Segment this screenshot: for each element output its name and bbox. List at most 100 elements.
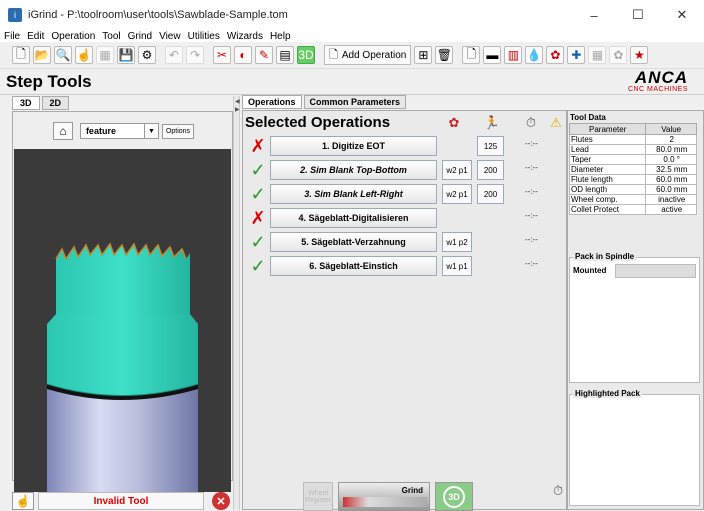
measure-icon[interactable]: ▬ xyxy=(483,46,502,64)
selected-operations-title: Selected Operations xyxy=(245,114,391,131)
table-row[interactable]: Diameter 32.5 mm xyxy=(568,164,697,175)
operation-row[interactable]: ✓ 5. Sägeblatt-Verzahnung w1 p2 --:-- xyxy=(247,231,563,253)
hand-icon[interactable]: ☝ xyxy=(75,46,93,64)
robot-icon[interactable]: ✿ xyxy=(546,46,565,64)
collapse-left-icon[interactable]: ◀ xyxy=(235,98,240,105)
maximize-button[interactable]: ☐ xyxy=(616,0,660,30)
param-name: Wheel comp. xyxy=(568,194,647,205)
table-row[interactable]: Wheel comp. inactive xyxy=(568,194,697,205)
menu-help[interactable]: Help xyxy=(270,31,291,42)
wheel-button[interactable]: w1 p2 xyxy=(442,232,472,252)
tool-icon[interactable]: ⚙ xyxy=(138,46,156,64)
drop-icon[interactable]: 💧 xyxy=(525,46,544,64)
check-icon: ✓ xyxy=(250,255,266,276)
search-icon[interactable]: 🔍 xyxy=(54,46,72,64)
table-row[interactable]: Lead 80.0 mm xyxy=(568,144,697,155)
tab-2d[interactable]: 2D xyxy=(41,96,70,110)
error-icon[interactable]: ✕ xyxy=(212,492,230,510)
feed-button[interactable]: 125 xyxy=(477,136,504,156)
home-icon[interactable]: ⌂ xyxy=(52,122,73,140)
tab-common-parameters[interactable]: Common Parameters xyxy=(303,95,407,109)
tab-operations[interactable]: Operations xyxy=(242,95,302,109)
operation-button[interactable]: 5. Sägeblatt-Verzahnung xyxy=(270,232,437,252)
disabled-icon[interactable]: ▦ xyxy=(588,46,607,64)
tab-3d[interactable]: 3D xyxy=(12,96,40,110)
delete-icon[interactable]: 🗑 xyxy=(435,46,454,64)
minimize-button[interactable]: – xyxy=(572,0,616,30)
tool-3d-render xyxy=(14,149,231,492)
wheel-register-button[interactable]: Wheel Register xyxy=(303,482,333,511)
menu-tool[interactable]: Tool xyxy=(102,31,120,42)
close-window-button[interactable]: ✕ xyxy=(660,0,704,30)
operation-row[interactable]: ✗ 4. Sägeblatt-Digitalisieren --:-- xyxy=(247,207,563,229)
pan-hand-icon[interactable]: ☝ xyxy=(12,492,34,510)
table-row[interactable]: OD length 60.0 mm xyxy=(568,184,697,195)
save-icon[interactable]: 💾 xyxy=(117,46,135,64)
grind-button[interactable]: Grind xyxy=(338,482,430,511)
grid-icon[interactable]: ▦ xyxy=(96,46,114,64)
menu-grind[interactable]: Grind xyxy=(128,31,152,42)
page-header: Step Tools ANCA CNC MACHINES xyxy=(0,68,704,95)
feed-button[interactable]: 200 xyxy=(477,184,504,204)
plus-icon[interactable]: ✚ xyxy=(567,46,586,64)
wheel-icon[interactable]: ◐ xyxy=(234,46,252,64)
view-panel: 3D 2D ⌂ feature ▼ Options ☝ Invalid Tool… xyxy=(12,96,233,510)
grind-blade-icon xyxy=(343,497,427,507)
edit-icon[interactable]: ✎ xyxy=(255,46,273,64)
undo-icon[interactable]: ↶ xyxy=(165,46,183,64)
error-x-icon: ✗ xyxy=(250,207,266,228)
table-icon[interactable]: ▤ xyxy=(276,46,294,64)
table-row[interactable]: Collet Protect active xyxy=(568,204,697,215)
menu-file[interactable]: File xyxy=(4,31,20,42)
feed-button[interactable]: 200 xyxy=(477,160,504,180)
new-file-icon[interactable]: 🗋 xyxy=(12,46,30,64)
grind-label: Grind xyxy=(401,486,423,495)
operation-row[interactable]: ✗ 1. Digitize EOT 125 --:-- xyxy=(247,135,563,157)
wheel-button[interactable]: w2 p1 xyxy=(442,184,472,204)
operation-row[interactable]: ✓ 3. Sim Blank Left-Right w2 p1 200 --:-… xyxy=(247,183,563,205)
operation-row[interactable]: ✓ 2. Sim Blank Top-Bottom w2 p1 200 --:-… xyxy=(247,159,563,181)
insert-icon[interactable]: ⊞ xyxy=(414,46,433,64)
disabled-robot-icon[interactable]: ✿ xyxy=(609,46,628,64)
page-title: Step Tools xyxy=(6,72,92,91)
3d-label: 3D xyxy=(443,485,465,508)
menu-operation[interactable]: Operation xyxy=(51,31,95,42)
operation-button[interactable]: 2. Sim Blank Top-Bottom xyxy=(270,160,437,180)
menu-utilities[interactable]: Utilities xyxy=(188,31,220,42)
check-icon: ✓ xyxy=(250,231,266,252)
param-name: Lead xyxy=(568,144,647,155)
menu-wizards[interactable]: Wizards xyxy=(227,31,263,42)
collapse-right-icon[interactable]: ▶ xyxy=(235,106,240,113)
mounted-field[interactable] xyxy=(615,264,696,278)
menu-edit[interactable]: Edit xyxy=(27,31,44,42)
table-row[interactable]: Flutes 2 xyxy=(568,134,697,145)
menu-view[interactable]: View xyxy=(159,31,181,42)
panel-splitter[interactable]: ◀ ▶ xyxy=(233,96,240,510)
stopwatch-icon[interactable]: ⏱ xyxy=(553,483,563,499)
operation-button[interactable]: 3. Sim Blank Left-Right xyxy=(270,184,437,204)
add-operation-button[interactable]: 🗋 Add Operation xyxy=(324,45,412,65)
table-row[interactable]: Taper 0.0 ° xyxy=(568,154,697,165)
blade-icon[interactable]: ✂ xyxy=(213,46,231,64)
options-button[interactable]: Options xyxy=(161,123,195,139)
star-icon[interactable]: ★ xyxy=(630,46,649,64)
param-value: inactive xyxy=(645,194,697,205)
3d-viewport[interactable] xyxy=(14,149,231,492)
operation-row[interactable]: ✓ 6. Sägeblatt-Einstich w1 p1 --:-- xyxy=(247,255,563,277)
wheel-button[interactable]: w2 p1 xyxy=(442,160,472,180)
3d-simulation-button[interactable]: 3D xyxy=(435,482,473,511)
table-row[interactable]: Flute length 60.0 mm xyxy=(568,174,697,185)
operation-button[interactable]: 1. Digitize EOT xyxy=(270,136,437,156)
operation-button[interactable]: 6. Sägeblatt-Einstich xyxy=(270,256,437,276)
book-icon[interactable]: ▥ xyxy=(504,46,523,64)
wheel-button[interactable]: w1 p1 xyxy=(442,256,472,276)
operation-button[interactable]: 4. Sägeblatt-Digitalisieren xyxy=(270,208,437,228)
redo-icon[interactable]: ↷ xyxy=(186,46,204,64)
window-title: iGrind - P:\toolroom\user\tools\Sawblade… xyxy=(28,9,288,21)
operation-time: --:-- xyxy=(525,163,538,172)
invalid-tool-button[interactable]: Invalid Tool xyxy=(38,492,204,510)
page-icon[interactable]: 🗋 xyxy=(462,46,481,64)
open-folder-icon[interactable]: 📂 xyxy=(33,46,51,64)
feature-select[interactable]: feature ▼ xyxy=(79,123,159,139)
3d-view-icon[interactable]: 3D xyxy=(297,46,315,64)
